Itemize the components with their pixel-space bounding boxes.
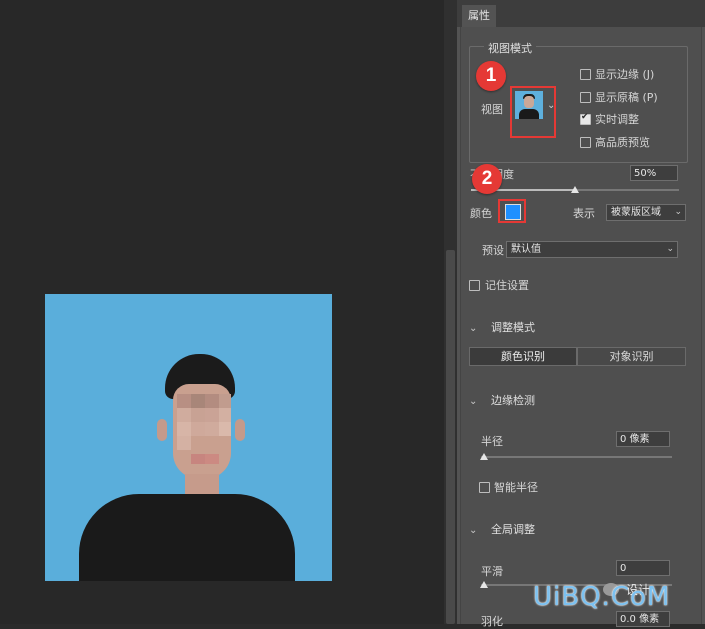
hq-preview-label: 高品质预览	[595, 136, 650, 149]
preset-value: 默认值	[511, 244, 541, 255]
show-edge-checkbox[interactable]	[580, 69, 591, 80]
chevron-down-icon: ⌄	[674, 207, 682, 217]
chevron-down-icon: ⌄	[469, 396, 478, 407]
watermark-logo: UiBQ.CoM	[533, 582, 671, 612]
adjust-mode-section[interactable]: ⌄ 调整模式	[469, 319, 535, 335]
color-aware-button[interactable]: 颜色识别	[469, 347, 577, 366]
canvas-scrollbar[interactable]	[444, 0, 457, 624]
global-adjust-section[interactable]: ⌄ 全局调整	[469, 521, 535, 537]
radius-slider[interactable]	[481, 456, 672, 458]
hq-preview-checkbox[interactable]	[580, 137, 591, 148]
chevron-down-icon: ⌄	[469, 525, 478, 536]
smart-radius-label: 智能半径	[494, 481, 538, 494]
show-original-label: 显示原稿 (P)	[595, 91, 658, 104]
preset-label: 预设	[482, 244, 504, 257]
view-label: 视图	[481, 103, 503, 116]
show-original-checkbox[interactable]	[580, 92, 591, 103]
remember-settings-checkbox[interactable]	[469, 280, 480, 291]
chevron-down-icon: ⌄	[547, 100, 556, 111]
smart-radius-checkbox[interactable]	[479, 482, 490, 493]
color-picker[interactable]	[498, 199, 526, 223]
color-swatch	[505, 204, 521, 220]
smooth-input[interactable]: 0	[616, 560, 670, 576]
view-thumbnail	[515, 91, 543, 119]
annotation-marker-2: 2	[472, 164, 502, 194]
indicate-select[interactable]: 被蒙版区域 ⌄	[606, 204, 686, 221]
opacity-input[interactable]: 50%	[630, 165, 678, 181]
remember-settings-label: 记住设置	[485, 279, 529, 292]
realtime-adjust-label: 实时调整	[595, 113, 639, 126]
annotation-marker-1: 1	[476, 61, 506, 91]
canvas-area[interactable]	[0, 0, 444, 624]
feather-label: 羽化	[481, 615, 503, 628]
show-edge-label: 显示边缘 (J)	[595, 68, 655, 81]
tab-bar: 属性	[457, 0, 705, 27]
radius-label: 半径	[481, 435, 503, 448]
smooth-label: 平滑	[481, 565, 503, 578]
view-mode-legend: 视图模式	[484, 40, 536, 56]
radius-input[interactable]: 0 像素	[616, 431, 670, 447]
opacity-slider-handle[interactable]	[571, 186, 579, 193]
adjust-mode-title: 调整模式	[491, 321, 535, 334]
global-adjust-title: 全局调整	[491, 523, 535, 536]
id-photo-image	[45, 294, 332, 581]
realtime-adjust-checkbox[interactable]	[580, 112, 591, 125]
smooth-slider-handle[interactable]	[480, 581, 488, 588]
radius-slider-handle[interactable]	[480, 453, 488, 460]
chevron-down-icon: ⌄	[469, 323, 478, 334]
color-label: 颜色	[470, 207, 492, 220]
chevron-down-icon: ⌄	[666, 244, 674, 254]
indicate-value: 被蒙版区域	[611, 207, 661, 218]
edge-detection-section[interactable]: ⌄ 边缘检测	[469, 392, 535, 408]
view-thumbnail-dropdown[interactable]: ⌄	[510, 86, 556, 138]
scrollbar-thumb[interactable]	[446, 250, 455, 624]
edge-detection-title: 边缘检测	[491, 394, 535, 407]
preset-select[interactable]: 默认值 ⌄	[506, 241, 678, 258]
feather-input[interactable]: 0.0 像素	[616, 611, 670, 627]
tab-properties[interactable]: 属性	[462, 5, 496, 27]
object-aware-button[interactable]: 对象识别	[577, 347, 686, 366]
indicate-label: 表示	[573, 207, 595, 220]
